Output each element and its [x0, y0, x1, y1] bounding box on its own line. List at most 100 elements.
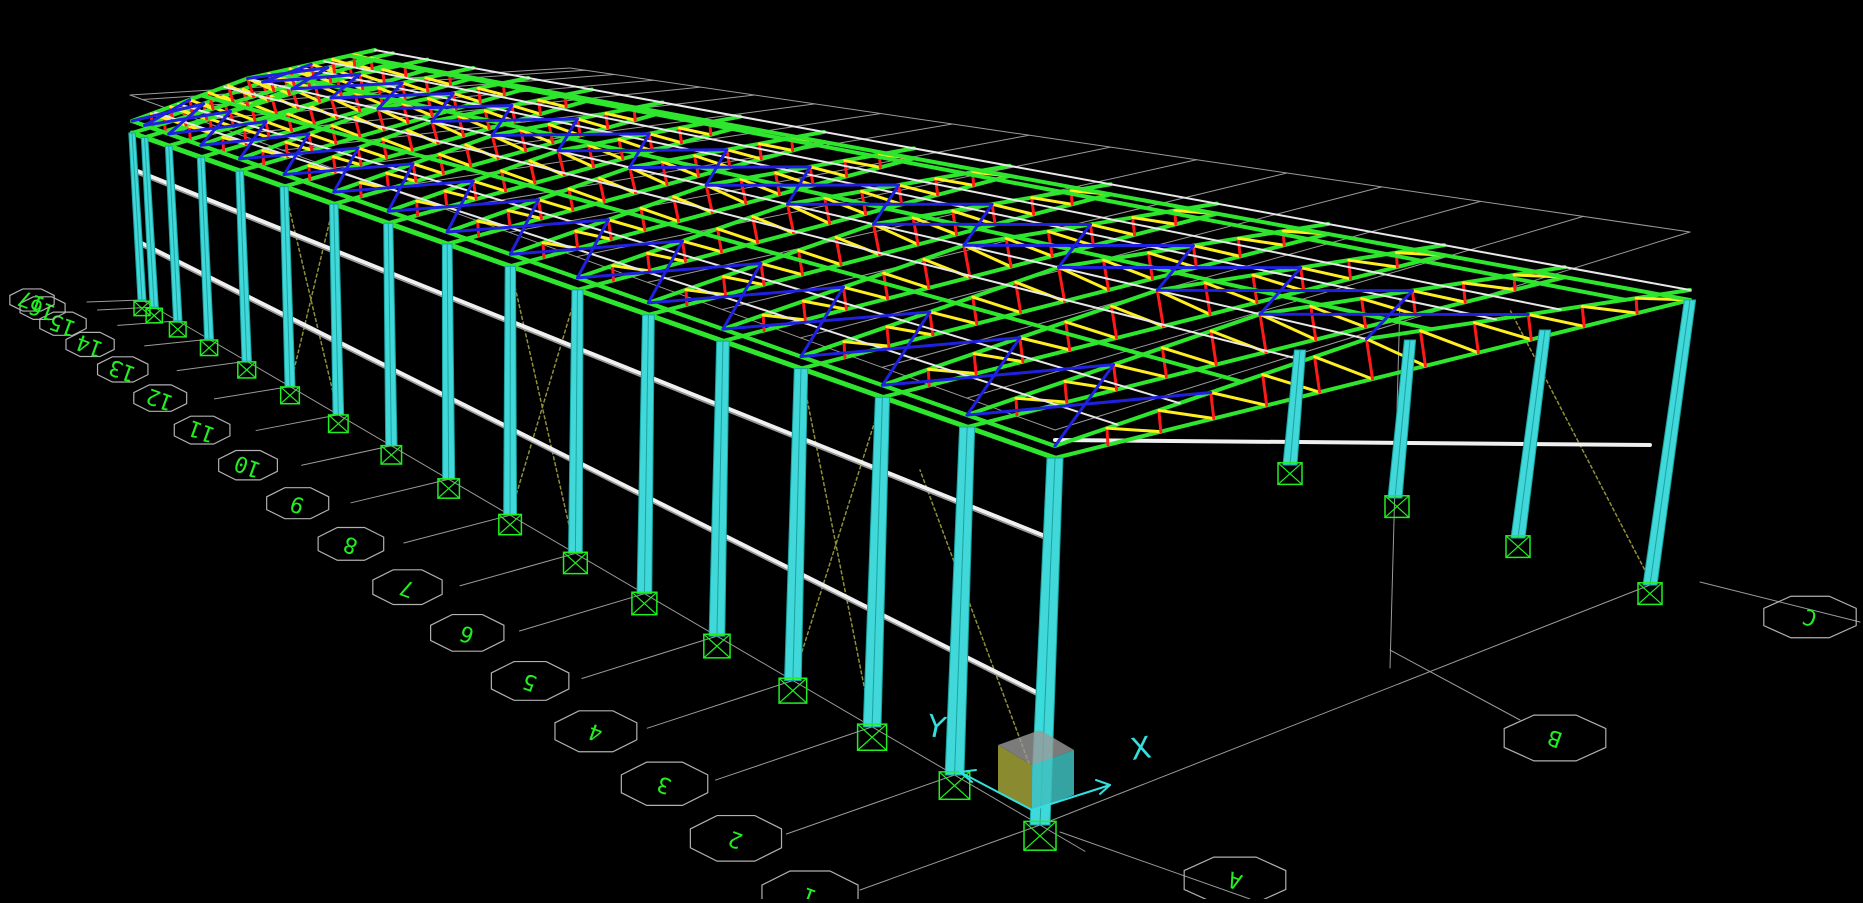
x-axis-label: X — [1128, 730, 1153, 768]
model-canvas[interactable]: 1234567891011121314151617ABC YX — [0, 0, 1863, 899]
truss-diagonal — [1020, 338, 1070, 350]
support — [499, 514, 522, 534]
bubble-label: 4 — [585, 718, 606, 746]
truss-vertical — [606, 113, 608, 127]
grid-bubble-12: 12 — [134, 382, 187, 415]
grid-bubble-5: 5 — [491, 662, 568, 701]
column — [569, 290, 583, 554]
truss-vertical — [1205, 283, 1210, 315]
truss-vertical — [930, 312, 933, 335]
column — [236, 171, 252, 361]
truss-vertical — [538, 100, 540, 114]
truss-vertical — [1065, 381, 1067, 402]
truss-diagonal — [1349, 260, 1398, 267]
column-web — [1518, 330, 1545, 538]
truss-vertical — [413, 164, 416, 181]
truss-vertical — [913, 218, 918, 245]
truss-diagonal — [630, 167, 667, 184]
support — [1506, 536, 1530, 558]
support — [1278, 463, 1302, 485]
truss-vertical — [612, 266, 613, 281]
support — [438, 479, 459, 498]
truss-diagonal — [309, 134, 336, 143]
column — [637, 315, 654, 594]
bubble-label: B — [1545, 724, 1566, 752]
truss-vertical — [538, 200, 541, 219]
truss-vertical — [928, 369, 929, 385]
support — [704, 634, 730, 658]
truss-diagonal — [1193, 246, 1240, 257]
truss-vertical — [763, 315, 764, 330]
column — [384, 223, 397, 446]
structural-3d-view[interactable]: 1234567891011121314151617ABC YX — [0, 0, 1863, 899]
grid-leader — [582, 636, 717, 678]
column-body — [785, 369, 808, 681]
truss-diagonal — [1032, 198, 1073, 205]
truss-vertical — [1474, 323, 1478, 353]
grid-line — [1040, 585, 1650, 825]
column-body — [709, 341, 729, 636]
truss-vertical — [473, 181, 476, 199]
truss-vertical — [1367, 339, 1373, 379]
grid-leader — [351, 479, 449, 503]
truss-vertical — [1114, 365, 1117, 390]
grid-bubble-A: A — [1184, 857, 1286, 899]
column-body — [1643, 300, 1696, 585]
grid-bubble-7: 7 — [373, 570, 442, 605]
truss-vertical — [445, 191, 447, 207]
truss-diagonal — [843, 287, 887, 298]
support — [779, 678, 807, 703]
grid-bubble-4: 4 — [555, 711, 637, 752]
truss-diagonal — [1367, 339, 1426, 366]
bubble-label: 3 — [654, 770, 675, 798]
column-web — [1650, 300, 1690, 585]
truss-vertical — [686, 290, 687, 305]
truss-diagonal — [608, 220, 645, 231]
grid-bubble-C: C — [1764, 596, 1856, 638]
truss-diagonal — [788, 204, 830, 223]
truss-vertical — [1016, 398, 1017, 414]
purlin — [375, 50, 1690, 290]
truss-diagonal — [761, 264, 803, 275]
truss-vertical — [974, 354, 976, 374]
truss-vertical — [358, 148, 361, 165]
truss-diagonal — [1157, 290, 1210, 314]
truss-vertical — [1211, 393, 1214, 419]
column — [709, 341, 729, 636]
truss-vertical — [936, 179, 938, 195]
truss-vertical — [874, 224, 880, 254]
truss-vertical — [1157, 290, 1163, 326]
grid-leader — [715, 727, 872, 780]
truss-diagonal — [930, 312, 977, 324]
grid-bubble-3: 3 — [621, 762, 707, 805]
grid-leader — [256, 415, 338, 431]
grid-leader — [302, 446, 392, 465]
column — [442, 244, 454, 479]
truss-vertical — [723, 277, 725, 295]
truss-vertical — [1349, 260, 1351, 279]
truss-diagonal — [1582, 306, 1637, 313]
truss-vertical — [1059, 267, 1065, 301]
truss-diagonal — [1211, 393, 1267, 406]
column — [504, 266, 517, 515]
grid-leader — [786, 775, 954, 834]
grid-leader — [460, 553, 575, 585]
truss-diagonal — [1301, 268, 1351, 279]
column — [863, 397, 889, 727]
grid-bubble-2: 2 — [690, 816, 781, 862]
truss-diagonal — [1133, 218, 1176, 225]
grid-line — [1700, 582, 1860, 622]
grid-bubble-6: 6 — [431, 615, 504, 652]
roof-brace — [630, 167, 810, 168]
eave-strut — [375, 60, 1690, 300]
wall-brace — [510, 266, 575, 553]
grid-bubble-1: 1 — [762, 871, 858, 899]
truss-vertical — [608, 220, 611, 240]
bubble-label: 6 — [457, 619, 478, 647]
truss-vertical — [1006, 238, 1011, 266]
truss-vertical — [844, 342, 845, 358]
grid-bubble-11: 11 — [174, 414, 230, 447]
truss-vertical — [788, 204, 794, 233]
truss-diagonal — [538, 200, 572, 210]
truss-diagonal — [1159, 410, 1214, 418]
